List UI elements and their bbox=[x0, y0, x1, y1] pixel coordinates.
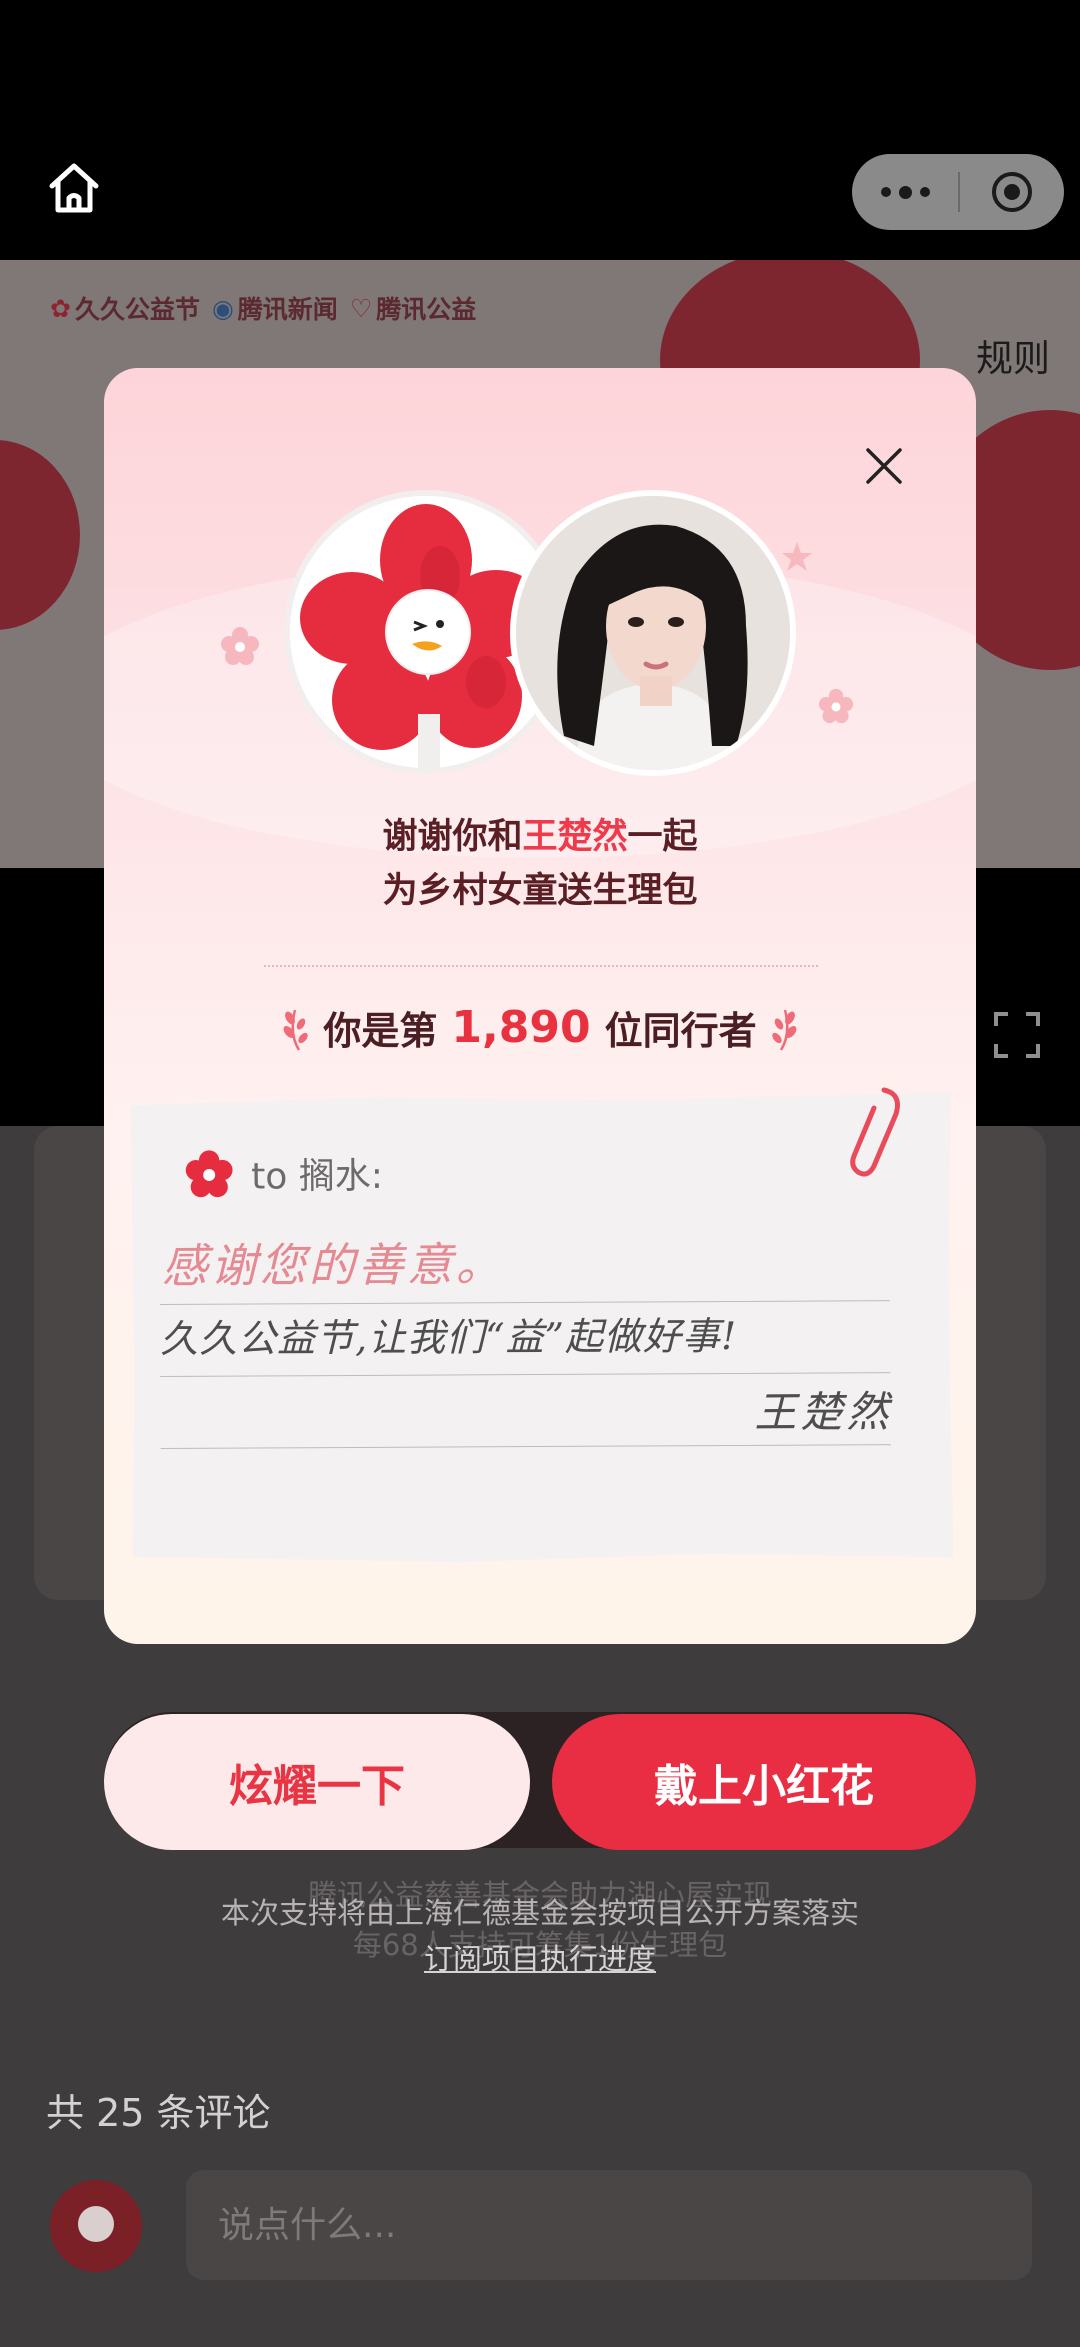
close-icon[interactable] bbox=[864, 446, 904, 486]
brand-tencent-news: 腾讯新闻 bbox=[237, 295, 338, 324]
subscribe-progress-link[interactable]: 订阅项目执行进度 bbox=[0, 1936, 1080, 1978]
more-dots-icon[interactable] bbox=[852, 154, 958, 230]
star-icon bbox=[782, 542, 812, 571]
brand-tencent-charity: 腾讯公益 bbox=[376, 295, 477, 324]
paperclip-icon bbox=[850, 1087, 900, 1177]
note-line2: 久久公益节,让我们“益”起做好事! bbox=[159, 1313, 738, 1361]
note-line1: 感谢您的善意。 bbox=[161, 1237, 505, 1293]
thank-you-message: 谢谢你和王楚然一起 为乡村女童送生理包 bbox=[104, 810, 976, 918]
thanks-suffix: 一起 bbox=[627, 817, 698, 857]
home-icon[interactable] bbox=[44, 158, 104, 218]
small-flower-icon bbox=[818, 688, 854, 724]
fullscreen-icon[interactable] bbox=[992, 1010, 1042, 1060]
celebrity-name: 王楚然 bbox=[522, 817, 628, 857]
note-recipient: to 搁水: bbox=[185, 1147, 383, 1200]
capsule-menu bbox=[852, 154, 1064, 230]
red-flower-icon bbox=[185, 1150, 233, 1198]
wear-flower-button[interactable]: 戴上小红花 bbox=[552, 1714, 976, 1850]
comment-input[interactable] bbox=[186, 2170, 1032, 2280]
divider bbox=[264, 965, 818, 967]
rank-suffix: 位同行者 bbox=[604, 1009, 757, 1053]
note-rule bbox=[161, 1444, 891, 1449]
comments-count: 共 25 条评论 bbox=[46, 2091, 271, 2135]
participant-rank: 你是第 1,890 位同行者 bbox=[104, 1000, 976, 1055]
celebrity-avatar bbox=[510, 490, 796, 776]
support-statement: 本次支持将由上海仁德基金会按项目公开方案落实 bbox=[220, 1896, 859, 1930]
note-signature: 王楚然 bbox=[754, 1387, 893, 1437]
show-off-button[interactable]: 炫耀一下 bbox=[104, 1714, 530, 1850]
note-to-label: to 搁水: bbox=[251, 1155, 384, 1198]
thank-you-modal: 谢谢你和王楚然一起 为乡村女童送生理包 你是第 1,890 位同行者 to 搁水… bbox=[104, 368, 976, 1644]
laurel-left-icon bbox=[283, 1009, 309, 1051]
mini-program-top-bar bbox=[0, 0, 1080, 260]
rules-link[interactable]: 规则 bbox=[976, 328, 1050, 382]
avatar bbox=[50, 2180, 142, 2272]
rank-number: 1,890 bbox=[451, 1002, 591, 1053]
record-target-icon[interactable] bbox=[960, 154, 1064, 230]
handwritten-note: to 搁水: 感谢您的善意。 久久公益节,让我们“益”起做好事! 王楚然 bbox=[131, 1092, 953, 1566]
laurel-right-icon bbox=[771, 1009, 797, 1051]
brand-logos: ✿ 久久公益节 ◉ 腾讯新闻 ♡ 腾讯公益 bbox=[50, 290, 476, 326]
small-flower-icon bbox=[221, 627, 259, 665]
thanks-line2: 为乡村女童送生理包 bbox=[382, 871, 698, 911]
thanks-prefix: 谢谢你和 bbox=[382, 817, 523, 857]
brand-99-charity: 久久公益节 bbox=[74, 295, 200, 324]
note-rule bbox=[160, 1300, 890, 1305]
rank-prefix: 你是第 bbox=[323, 1009, 438, 1053]
note-rule bbox=[160, 1372, 890, 1377]
action-buttons: 炫耀一下 戴上小红花 bbox=[104, 1710, 976, 1850]
